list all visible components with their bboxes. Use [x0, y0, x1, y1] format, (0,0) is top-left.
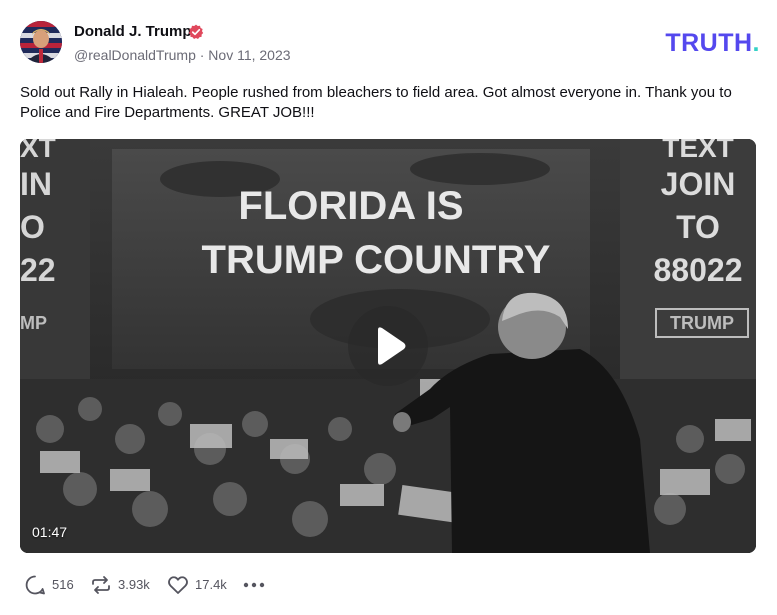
- verified-badge-icon: [188, 24, 204, 39]
- video-player[interactable]: FLORIDA IS TRUMP COUNTRY TEXT JOIN TO 88…: [20, 139, 756, 553]
- right-screen-line2: JOIN: [661, 166, 736, 202]
- author-handle-and-date[interactable]: @realDonaldTrump · Nov 11, 2023: [74, 47, 291, 63]
- video-duration: 01:47: [32, 524, 68, 540]
- right-screen-line3: TO: [676, 209, 720, 245]
- right-screen-line1: TEXT: [662, 139, 734, 163]
- like-count: 17.4k: [195, 577, 227, 592]
- left-screen-line2: IN: [20, 166, 52, 202]
- post-header: Donald J. Trump @realDonaldTrump · Nov 1…: [20, 20, 760, 66]
- post-body-text: Sold out Rally in Hialeah. People rushed…: [20, 84, 732, 121]
- author-display-name[interactable]: Donald J. Trump: [74, 23, 192, 40]
- truth-social-post: Donald J. Trump @realDonaldTrump · Nov 1…: [0, 0, 777, 615]
- right-screen-line5: TRUMP: [670, 313, 734, 333]
- retruth-icon: [92, 576, 110, 594]
- retruth-count: 3.93k: [118, 577, 150, 592]
- post-actions-bar: 516 3.93k 17.4k: [24, 573, 424, 597]
- reply-count: 516: [52, 577, 74, 592]
- more-options-button[interactable]: [242, 573, 266, 597]
- more-options-icon: [243, 582, 265, 588]
- avatar-image: [20, 21, 62, 63]
- brand-name: TRUTH: [665, 29, 753, 57]
- left-screen-line5: MP: [20, 313, 47, 333]
- play-button[interactable]: [348, 306, 428, 386]
- left-screen-line3: O: [20, 209, 45, 245]
- author-avatar[interactable]: [20, 21, 62, 63]
- reply-icon: [25, 575, 45, 595]
- screen-headline-line2: TRUMP COUNTRY: [202, 238, 551, 282]
- brand-dot: .: [752, 29, 760, 57]
- right-screen-line4: 88022: [654, 252, 743, 288]
- play-icon: [378, 327, 406, 365]
- heart-icon: [168, 576, 188, 594]
- left-screen-line1: XT: [20, 139, 56, 163]
- screen-headline-line1: FLORIDA IS: [238, 184, 463, 228]
- left-screen-line4: 22: [20, 252, 56, 288]
- truth-social-logo[interactable]: TRUTH.: [665, 29, 760, 58]
